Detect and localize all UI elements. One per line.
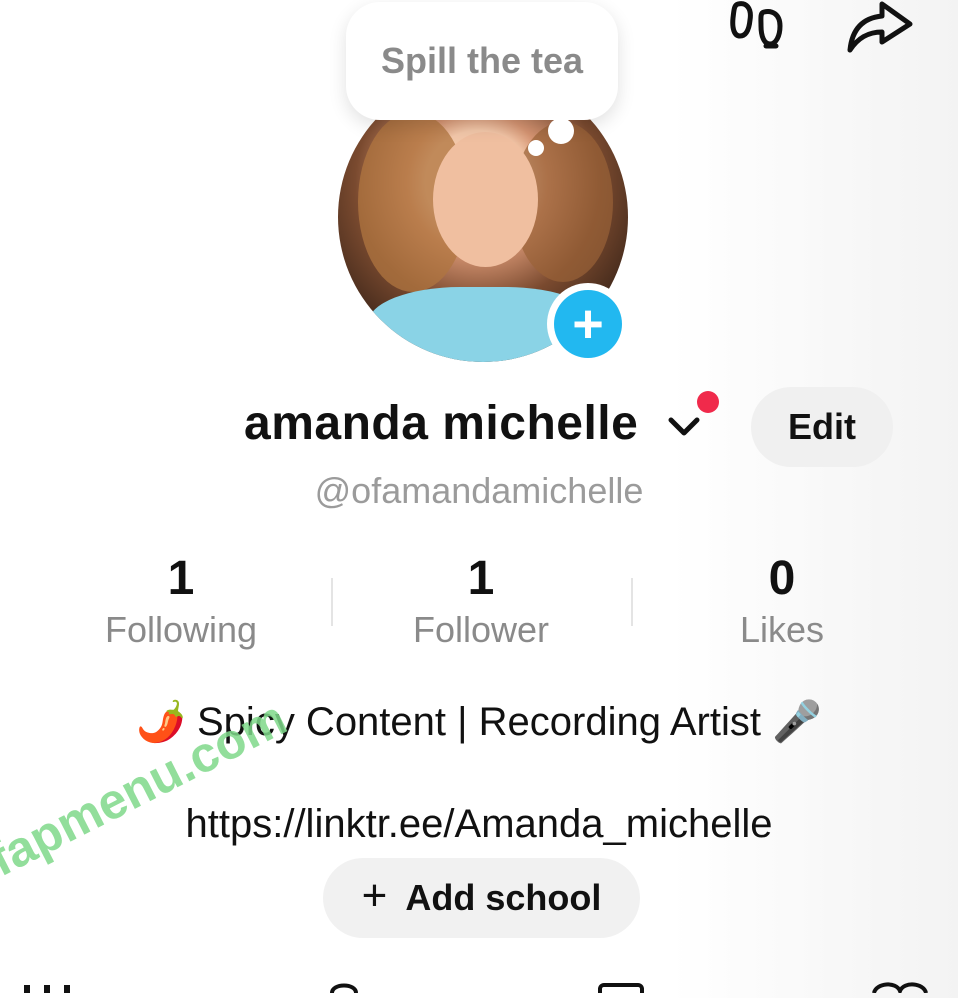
edit-profile-button[interactable]: Edit — [751, 387, 893, 467]
add-school-label: Add school — [405, 877, 602, 918]
display-name: amanda michelle — [244, 397, 639, 450]
stat-label: Likes — [739, 609, 825, 650]
stat-value: 1 — [167, 552, 195, 605]
stat-followers[interactable]: 1 Follower — [331, 552, 631, 654]
plus-icon: + — [361, 871, 388, 920]
add-school-button[interactable]: + Add school — [323, 858, 640, 938]
share-icon[interactable] — [846, 0, 916, 56]
stat-label: Follower — [412, 609, 550, 650]
stat-label: Following — [104, 609, 258, 650]
notification-dot — [697, 391, 719, 413]
status-bubble[interactable]: Spill the tea — [346, 2, 618, 120]
lock-tab-icon[interactable] — [326, 980, 362, 994]
bubble-tail — [548, 118, 574, 144]
stat-following[interactable]: 1 Following — [31, 552, 331, 654]
username-handle: @ofamandamichelle — [314, 470, 644, 511]
liked-tab-icon[interactable] — [870, 980, 930, 997]
footprints-icon[interactable] — [728, 0, 798, 56]
stat-value: 0 — [768, 552, 796, 605]
microphone-icon: 🎤 — [772, 700, 822, 744]
grid-tab-icon[interactable] — [24, 980, 74, 993]
add-avatar-button[interactable]: + — [547, 283, 629, 365]
saved-tab-icon[interactable] — [598, 980, 644, 998]
bubble-tail-dot — [528, 140, 544, 156]
stat-likes[interactable]: 0 Likes — [632, 552, 932, 654]
stat-value: 1 — [467, 552, 495, 605]
add-plus-icon: + — [554, 290, 622, 358]
chevron-down-icon[interactable] — [666, 412, 702, 440]
bio-text: 🌶️ Spicy Content | Recording Artist 🎤 — [0, 698, 958, 745]
